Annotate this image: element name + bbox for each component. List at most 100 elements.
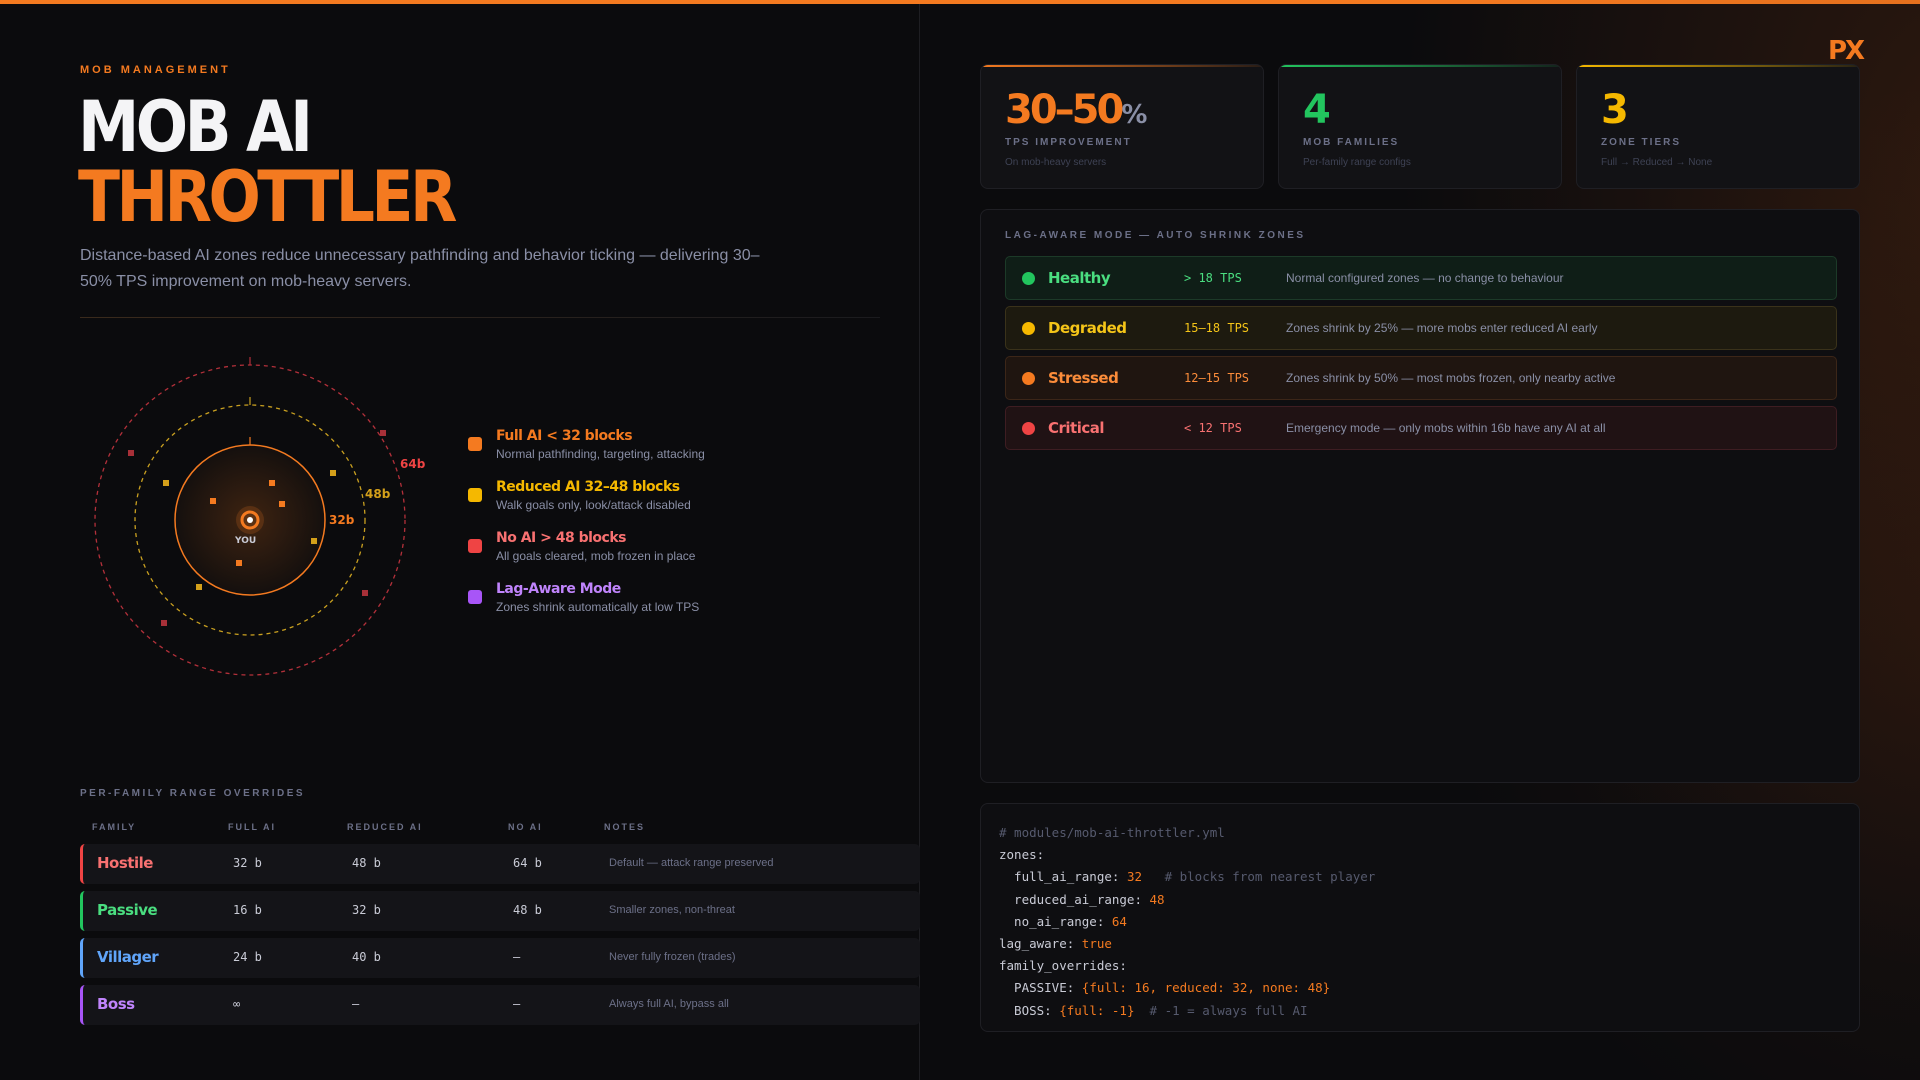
row-note: Never fully frozen (trades): [609, 951, 736, 963]
table-row-hostile: Hostile 32 b 48 b 64 b Default — attack …: [80, 844, 920, 884]
stat-card-tps: 30–50% TPS IMPROVEMENT On mob-heavy serv…: [980, 64, 1264, 189]
player-label: YOU: [234, 536, 256, 546]
mob-marker: [380, 430, 386, 436]
family-name: Boss: [97, 995, 135, 1013]
mob-marker: [362, 590, 368, 596]
mob-marker: [196, 584, 202, 590]
code-comment: # modules/mob-ai-throttler.yml: [999, 825, 1225, 840]
legend-swatch: [468, 437, 482, 451]
status-tps: 15–18 TPS: [1184, 321, 1250, 335]
col-family: FAMILY: [92, 822, 137, 832]
ring-label-48b: 48b: [365, 487, 391, 501]
full-ai-value: 24 b: [233, 950, 262, 964]
top-accent-bar: [0, 0, 1920, 4]
stat-number: 30–50: [1005, 87, 1124, 133]
status-desc: Normal configured zones — no change to b…: [1286, 271, 1564, 285]
col-notes: NOTES: [604, 822, 646, 832]
page-description: Distance-based AI zones reduce unnecessa…: [80, 247, 760, 290]
lag-row-stressed: Stressed 12–15 TPS Zones shrink by 50% —…: [1005, 356, 1837, 400]
lag-row-degraded: Degraded 15–18 TPS Zones shrink by 25% —…: [1005, 306, 1837, 350]
code-value: 64: [1111, 913, 1127, 929]
status-dot: [1022, 322, 1035, 335]
code-comment: # -1 = always full AI: [1134, 1002, 1308, 1018]
code-key: reduced_ai_range:: [999, 891, 1150, 907]
legend-title: Full AI < 32 blocks: [496, 428, 633, 444]
mob-marker: [128, 450, 134, 456]
ring-label-64b: 64b: [400, 457, 426, 471]
ring-label-32b: 32b: [329, 513, 355, 527]
family-name: Villager: [97, 948, 159, 966]
code-value: 48: [1149, 891, 1165, 907]
lag-aware-title: LAG-AWARE MODE — AUTO SHRINK ZONES: [1005, 230, 1306, 241]
legend-sub: All goals cleared, mob frozen in place: [496, 549, 696, 563]
header-divider: [80, 317, 880, 318]
legend-item-no-ai: No AI > 48 blocks All goals cleared, mob…: [468, 530, 705, 581]
legend-sub: Walk goals only, look/attack disabled: [496, 498, 691, 512]
mob-marker: [279, 501, 285, 507]
page-title-line1: MOB AI: [78, 86, 313, 168]
status-dot: [1022, 272, 1035, 285]
eyebrow: MOB MANAGEMENT: [80, 64, 231, 76]
stat-label: ZONE TIERS: [1601, 137, 1682, 148]
reduced-ai-value: 40 b: [352, 950, 381, 964]
lag-row-critical: Critical < 12 TPS Emergency mode — only …: [1005, 406, 1837, 450]
code-key: full_ai_range:: [999, 869, 1127, 885]
full-ai-value: 32 b: [233, 856, 262, 870]
col-no-ai: NO AI: [508, 822, 543, 832]
stat-card-tiers: 3 ZONE TIERS Full → Reduced → None: [1576, 64, 1860, 189]
stat-sub: Per-family range configs: [1303, 157, 1411, 168]
no-ai-value: 64 b: [513, 856, 542, 870]
legend-title: Reduced AI 32–48 blocks: [496, 479, 680, 495]
legend-swatch: [468, 590, 482, 604]
legend-swatch: [468, 539, 482, 553]
mob-marker: [311, 538, 317, 544]
legend-swatch: [468, 488, 482, 502]
code-key: BOSS:: [999, 1002, 1060, 1018]
zone-legend: Full AI < 32 blocks Normal pathfinding, …: [468, 428, 705, 632]
row-note: Always full AI, bypass all: [609, 998, 729, 1010]
legend-sub: Zones shrink automatically at low TPS: [496, 600, 700, 614]
status-dot: [1022, 372, 1035, 385]
code-key: zones:: [999, 847, 1045, 863]
mob-marker: [330, 470, 336, 476]
status-tps: 12–15 TPS: [1184, 371, 1250, 385]
mob-marker: [161, 620, 167, 626]
col-full-ai: FULL AI: [228, 822, 276, 832]
mob-marker: [236, 560, 242, 566]
lag-row-healthy: Healthy > 18 TPS Normal configured zones…: [1005, 256, 1837, 300]
lag-aware-panel: LAG-AWARE MODE — AUTO SHRINK ZONES Healt…: [980, 209, 1860, 783]
brand-logo: PX: [1828, 36, 1865, 66]
status-desc: Emergency mode — only mobs within 16b ha…: [1286, 421, 1606, 435]
page-title-line2: THROTTLER: [78, 156, 457, 238]
stat-accent: [1577, 65, 1859, 67]
code-value: {full: -1}: [1059, 1002, 1135, 1018]
table-row-boss: Boss ∞ — — Always full AI, bypass all: [80, 985, 920, 1025]
stat-suffix: %: [1121, 100, 1148, 130]
stat-sub: On mob-heavy servers: [1005, 157, 1107, 168]
status-desc: Zones shrink by 50% — most mobs frozen, …: [1286, 371, 1616, 385]
stat-sub: Full → Reduced → None: [1601, 157, 1713, 168]
legend-item-lag-aware: Lag-Aware Mode Zones shrink automaticall…: [468, 581, 705, 632]
overrides-table-header: FAMILY FULL AI REDUCED AI NO AI NOTES: [80, 822, 920, 836]
code-value: {full: 16, reduced: 32, none: 48}: [1081, 980, 1331, 996]
status-name: Healthy: [1048, 269, 1111, 287]
no-ai-value: —: [513, 997, 521, 1011]
stat-label: TPS IMPROVEMENT: [1005, 137, 1132, 148]
status-name: Stressed: [1048, 369, 1119, 387]
table-row-passive: Passive 16 b 32 b 48 b Smaller zones, no…: [80, 891, 920, 931]
legend-title: Lag-Aware Mode: [496, 581, 621, 597]
legend-item-reduced-ai: Reduced AI 32–48 blocks Walk goals only,…: [468, 479, 705, 530]
stat-card-families: 4 MOB FAMILIES Per-family range configs: [1278, 64, 1562, 189]
full-ai-value: ∞: [233, 997, 241, 1011]
stat-value: 4: [1303, 87, 1331, 133]
legend-sub: Normal pathfinding, targeting, attacking: [496, 447, 705, 461]
col-reduced-ai: REDUCED AI: [347, 822, 423, 832]
status-name: Degraded: [1048, 319, 1127, 337]
status-tps: > 18 TPS: [1184, 271, 1242, 285]
mob-marker: [210, 498, 216, 504]
stat-label: MOB FAMILIES: [1303, 137, 1400, 148]
code-key: lag_aware:: [999, 936, 1082, 952]
status-name: Critical: [1048, 419, 1105, 437]
code-key: family_overrides:: [999, 958, 1127, 974]
family-name: Hostile: [97, 854, 153, 872]
